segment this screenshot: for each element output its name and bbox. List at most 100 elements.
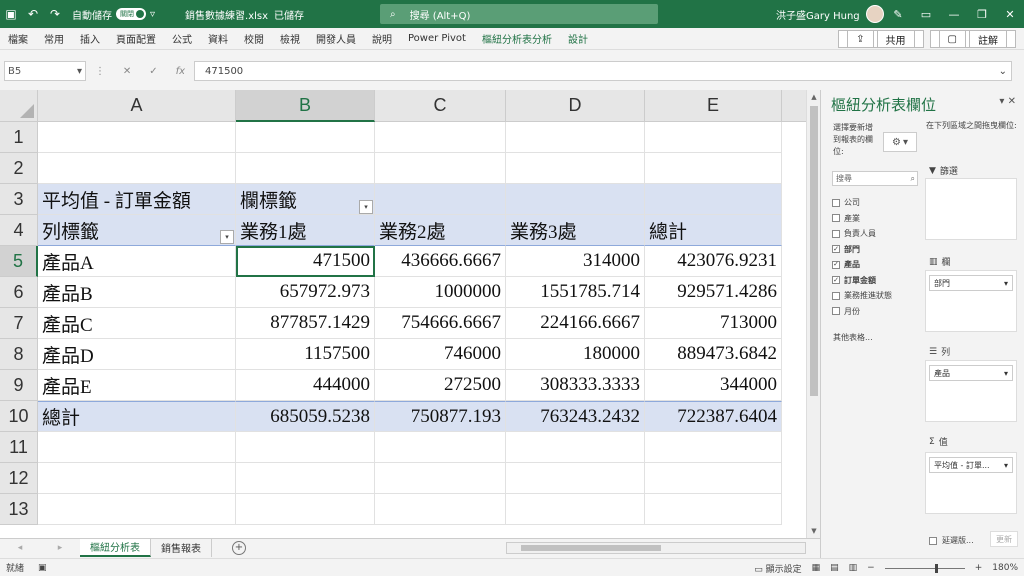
- formula-input[interactable]: 471500 ⌄: [194, 61, 1012, 81]
- cell[interactable]: [38, 153, 236, 184]
- cell[interactable]: [506, 432, 645, 463]
- cell[interactable]: [645, 122, 782, 153]
- pivot-value-cell[interactable]: 1551785.714: [506, 277, 645, 308]
- field-search-input[interactable]: 搜尋 ⌕: [832, 171, 918, 186]
- redo-icon[interactable]: ↷: [44, 0, 66, 28]
- columns-field-pill[interactable]: 部門 ▾: [929, 275, 1013, 291]
- tab-insert[interactable]: 插入: [72, 28, 108, 50]
- chevron-down-icon[interactable]: ▾: [1004, 279, 1008, 288]
- rows-zone[interactable]: 產品 ▾: [925, 360, 1017, 422]
- pivot-value-cell[interactable]: 224166.6667: [506, 308, 645, 339]
- row-header[interactable]: 2: [0, 153, 38, 184]
- cell[interactable]: [506, 463, 645, 494]
- cell[interactable]: [645, 494, 782, 525]
- row-header[interactable]: 13: [0, 494, 38, 525]
- prev-sheet-icon[interactable]: ◂: [18, 543, 23, 553]
- zoom-level[interactable]: 180%: [992, 563, 1018, 573]
- search-box[interactable]: ⌕ 搜尋 (Alt+Q): [380, 4, 658, 24]
- share-button[interactable]: ⇪ 共用: [838, 30, 924, 48]
- row-header[interactable]: 4: [0, 215, 38, 246]
- field-checkbox[interactable]: [832, 214, 840, 223]
- defer-update[interactable]: 延遲版...: [929, 535, 974, 546]
- cell[interactable]: [375, 122, 506, 153]
- row-header[interactable]: 10: [0, 401, 38, 432]
- cell[interactable]: [645, 432, 782, 463]
- display-settings-button[interactable]: ▭ 顯示設定: [754, 562, 801, 575]
- hscroll-thumb[interactable]: [521, 545, 661, 551]
- pivot-value-cell[interactable]: 308333.3333: [506, 370, 645, 401]
- customize-qat-icon[interactable]: ▿: [150, 9, 155, 20]
- pivot-value-cell[interactable]: 436666.6667: [375, 246, 506, 277]
- row-header[interactable]: 5: [0, 246, 38, 277]
- values-field-pill[interactable]: 平均值 - 訂單... ▾: [929, 457, 1013, 473]
- pivot-value-cell[interactable]: 713000: [645, 308, 782, 339]
- page-layout-icon[interactable]: ▤: [830, 563, 839, 573]
- cell[interactable]: [38, 463, 236, 494]
- pivot-value-cell[interactable]: 444000: [236, 370, 375, 401]
- cell[interactable]: [375, 494, 506, 525]
- field-checkbox-checked[interactable]: ✓: [832, 276, 840, 285]
- pivot-value-cell[interactable]: 314000: [506, 246, 645, 277]
- field-item[interactable]: ✓ 產品: [832, 257, 918, 273]
- field-checkbox[interactable]: [832, 307, 840, 316]
- ribbon-display-icon[interactable]: ▭: [912, 0, 940, 28]
- cell[interactable]: [236, 122, 375, 153]
- field-item[interactable]: 月份: [832, 304, 918, 320]
- normal-view-icon[interactable]: ▦: [812, 563, 821, 573]
- pivot-total-cell[interactable]: 750877.193: [375, 401, 506, 432]
- row-header[interactable]: 9: [0, 370, 38, 401]
- cell[interactable]: [375, 432, 506, 463]
- pivot-row-label[interactable]: 列標籤: [38, 215, 236, 246]
- insert-function-icon[interactable]: fx: [176, 66, 185, 77]
- pivot-row-name[interactable]: 產品C: [38, 308, 236, 339]
- pivot-value-cell[interactable]: 344000: [645, 370, 782, 401]
- field-checkbox[interactable]: [832, 291, 840, 300]
- tab-pivot-analyze[interactable]: 樞紐分析表分析: [474, 28, 560, 50]
- pivot-value-cell[interactable]: 180000: [506, 339, 645, 370]
- pivot-value-cell[interactable]: 657972.973: [236, 277, 375, 308]
- scroll-down-icon[interactable]: ▼: [807, 524, 821, 538]
- tab-help[interactable]: 說明: [364, 28, 400, 50]
- pivot-value-cell[interactable]: 746000: [375, 339, 506, 370]
- column-filter-button[interactable]: ▾: [359, 200, 373, 214]
- macro-record-icon[interactable]: ▣: [38, 563, 47, 573]
- more-tables-link[interactable]: 其他表格...: [833, 332, 873, 343]
- values-zone[interactable]: 平均值 - 訂單... ▾: [925, 452, 1017, 514]
- zoom-slider[interactable]: [884, 563, 965, 573]
- rows-field-pill[interactable]: 產品 ▾: [929, 365, 1013, 381]
- column-header-d[interactable]: D: [506, 90, 645, 122]
- pivot-value-cell[interactable]: 877857.1429: [236, 308, 375, 339]
- field-item[interactable]: 公司: [832, 195, 918, 211]
- cell[interactable]: [645, 153, 782, 184]
- scroll-thumb[interactable]: [810, 106, 818, 396]
- cell[interactable]: [645, 463, 782, 494]
- cell[interactable]: [506, 494, 645, 525]
- chevron-down-icon[interactable]: ▾: [1004, 369, 1008, 378]
- add-sheet-icon[interactable]: +: [232, 540, 246, 555]
- row-filter-button[interactable]: ▾: [220, 230, 234, 244]
- autosave-toggle[interactable]: 關閉: [116, 8, 146, 20]
- tab-home[interactable]: 常用: [36, 28, 72, 50]
- name-box[interactable]: B5 ▾: [4, 61, 86, 81]
- sheet-tab-pivot[interactable]: 樞紐分析表: [80, 538, 151, 557]
- filters-zone[interactable]: [925, 178, 1017, 240]
- cell[interactable]: [38, 494, 236, 525]
- pivot-col-header[interactable]: 業務2處: [375, 215, 506, 246]
- pen-icon[interactable]: ✎: [884, 0, 912, 28]
- defer-checkbox[interactable]: [929, 536, 937, 545]
- tab-developer[interactable]: 開發人員: [308, 28, 364, 50]
- tab-design[interactable]: 設計: [560, 28, 596, 50]
- zoom-in-icon[interactable]: +: [975, 563, 983, 573]
- chevron-down-icon[interactable]: ▾: [77, 66, 82, 77]
- cell[interactable]: [236, 494, 375, 525]
- pivot-value-cell[interactable]: 754666.6667: [375, 308, 506, 339]
- chevron-down-icon[interactable]: ▾: [1004, 461, 1008, 470]
- pivot-grand-total-label[interactable]: 總計: [38, 401, 236, 432]
- field-item[interactable]: 產業: [832, 211, 918, 227]
- expand-formula-icon[interactable]: ⌄: [999, 66, 1007, 77]
- pivot-value-cell-selected[interactable]: 471500: [236, 246, 375, 277]
- cancel-icon[interactable]: ✕: [123, 66, 131, 77]
- enter-icon[interactable]: ✓: [149, 66, 157, 77]
- field-item[interactable]: 負責人員: [832, 226, 918, 242]
- row-header[interactable]: 11: [0, 432, 38, 463]
